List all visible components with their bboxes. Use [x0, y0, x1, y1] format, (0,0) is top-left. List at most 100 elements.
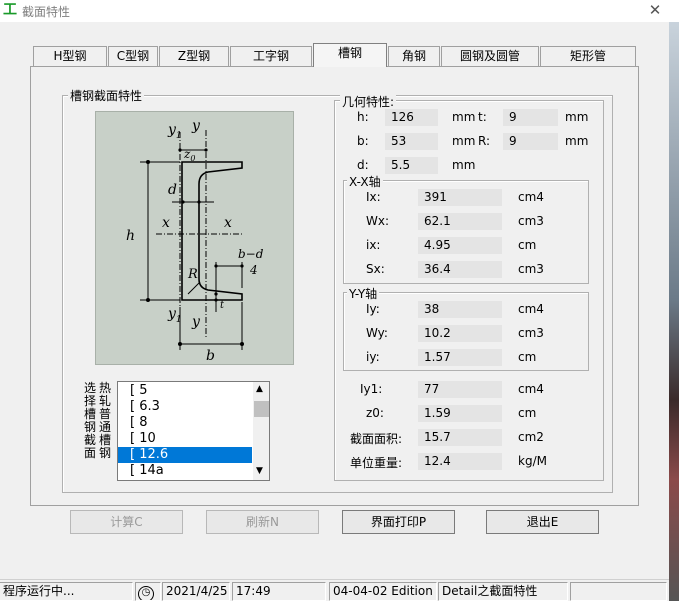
r-unit: mm: [565, 134, 589, 148]
channel-diagram: y1 y z0 d x x h b−d 4 R t y1 y b: [126, 118, 264, 364]
status-running: 程序运行中...: [0, 582, 133, 601]
radius-iy-label: iy:: [366, 350, 380, 364]
label-b: b: [206, 348, 215, 364]
tab-label: 角钢: [401, 49, 426, 63]
wy-label: Wy:: [366, 326, 388, 340]
tab-round-steel-tube[interactable]: 圆钢及圆管: [441, 46, 539, 66]
wx-value: 62.1: [418, 213, 502, 230]
close-button[interactable]: ✕: [640, 0, 670, 20]
channel-section-drawing: y1 y z0 d x x h b−d 4 R t y1 y b: [95, 111, 294, 365]
clock-icon: ◷: [138, 586, 154, 600]
label-x-right: x: [224, 215, 232, 231]
z0-unit: cm: [518, 406, 537, 420]
listbox-scrollbar[interactable]: ▲ ▼: [253, 382, 269, 480]
tab-c-steel[interactable]: C型钢: [108, 46, 158, 66]
d-unit: mm: [452, 158, 476, 172]
ix-unit: cm4: [518, 190, 544, 204]
wx-unit: cm3: [518, 214, 544, 228]
h-value: 126: [385, 109, 438, 126]
status-date: 2021/4/25: [162, 582, 230, 601]
area-label: 截面面积:: [350, 432, 403, 446]
radius-ix-label: ix:: [366, 238, 381, 252]
select-section-label: 选择槽钢截面: [84, 381, 97, 460]
radius-iy-unit: cm: [518, 350, 537, 364]
label-h: h: [126, 228, 135, 244]
label-t: t: [220, 300, 225, 311]
h-label: h:: [357, 110, 369, 124]
wx-label: Wx:: [366, 214, 390, 228]
h-unit: mm: [452, 110, 476, 124]
z0-label: z0:: [366, 406, 384, 420]
tab-i-beam[interactable]: 工字钢: [230, 46, 312, 66]
tab-angle-steel[interactable]: 角钢: [388, 46, 440, 66]
section-group-title: 槽钢截面特性: [68, 87, 145, 104]
label-z0: z0: [183, 147, 195, 163]
label-y-bottom: y: [191, 314, 201, 330]
iy-unit: cm4: [518, 302, 544, 316]
list-item[interactable]: [ 14a: [118, 463, 252, 479]
unit-weight-value: 12.4: [418, 453, 502, 470]
iy1-label: Iy1:: [360, 382, 383, 396]
area-value: 15.7: [418, 429, 502, 446]
label-b-minus-d-denominator: 4: [249, 263, 258, 277]
scroll-up-icon[interactable]: ▲: [256, 384, 263, 394]
radius-iy-value: 1.57: [418, 349, 502, 366]
t-value: 9: [503, 109, 558, 126]
refresh-button[interactable]: 刷新N: [206, 510, 319, 534]
list-item[interactable]: [ 10: [118, 431, 252, 447]
ix-label: Ix:: [366, 190, 381, 204]
sx-label: Sx:: [366, 262, 385, 276]
d-value: 5.5: [385, 157, 438, 174]
tab-label: Z型钢: [177, 49, 211, 63]
status-clock-cell: ◷: [135, 582, 161, 601]
list-item-selected[interactable]: [ 12.6: [118, 447, 252, 463]
tab-z-steel[interactable]: Z型钢: [159, 46, 229, 66]
tab-channel-steel[interactable]: 槽钢: [313, 43, 387, 67]
b-unit: mm: [452, 134, 476, 148]
r-label: R:: [478, 134, 491, 148]
tab-rect-tube[interactable]: 矩形管: [540, 46, 636, 66]
print-screen-button[interactable]: 界面打印P: [342, 510, 455, 534]
list-item[interactable]: [ 6.3: [118, 399, 252, 415]
unit-weight-unit: kg/M: [518, 454, 547, 468]
unit-weight-label: 单位重量:: [350, 456, 403, 470]
yy-axis-title: Y-Y轴: [347, 285, 380, 302]
radius-ix-unit: cm: [518, 238, 537, 252]
sx-value: 36.4: [418, 261, 502, 278]
label-d: d: [168, 182, 177, 198]
label-y1-top: y1: [167, 122, 182, 141]
tab-label: H型钢: [53, 49, 87, 63]
title-bar: [0, 0, 679, 22]
tab-label: 工字钢: [252, 49, 289, 63]
area-unit: cm2: [518, 430, 544, 444]
geometry-group-title: 几何特性:: [340, 93, 397, 110]
tab-label: 槽钢: [337, 46, 362, 60]
tab-label: 矩形管: [569, 49, 606, 63]
list-item[interactable]: [ 8: [118, 415, 252, 431]
window-title: 截面特性: [22, 5, 71, 19]
calculate-button[interactable]: 计算C: [70, 510, 183, 534]
label-y-top: y: [191, 118, 201, 134]
channel-size-listbox[interactable]: [ 5 [ 6.3 [ 8 [ 10 [ 12.6 [ 14a ▲ ▼: [117, 381, 270, 481]
ix-value: 391: [418, 189, 502, 206]
exit-button[interactable]: 退出E: [486, 510, 599, 534]
t-label: t:: [478, 110, 487, 124]
wy-value: 10.2: [418, 325, 502, 342]
status-time: 17:49: [232, 582, 326, 601]
label-x-left: x: [162, 215, 170, 231]
status-edition: 04-04-02 Edition: [329, 582, 437, 601]
wy-unit: cm3: [518, 326, 544, 340]
t-unit: mm: [565, 110, 589, 124]
scroll-down-icon[interactable]: ▼: [256, 466, 263, 476]
tab-label: 圆钢及圆管: [459, 49, 520, 63]
sx-unit: cm3: [518, 262, 544, 276]
tab-h-steel[interactable]: H型钢: [33, 46, 107, 66]
hot-rolled-channel-label: 热轧普通槽钢: [99, 381, 112, 460]
status-detail: Detail之截面特性: [438, 582, 568, 601]
label-y1-bottom: y1: [167, 306, 182, 325]
list-item[interactable]: [ 5: [118, 383, 252, 399]
b-label: b:: [357, 134, 369, 148]
d-label: d:: [357, 158, 369, 172]
scroll-thumb[interactable]: [254, 401, 269, 417]
iy1-unit: cm4: [518, 382, 544, 396]
